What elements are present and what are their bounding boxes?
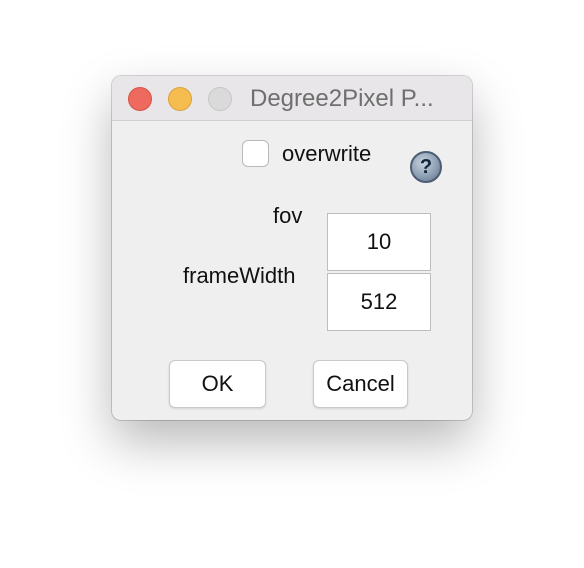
overwrite-label[interactable]: overwrite [282, 141, 371, 167]
close-window-button[interactable] [128, 87, 152, 111]
window-title: Degree2Pixel P... [250, 85, 434, 112]
fov-label: fov [273, 203, 303, 228]
dialog-content: overwrite ? fov frameWidth OK Cancel [112, 121, 472, 420]
cancel-button[interactable]: Cancel [313, 360, 408, 408]
dialog-window: Degree2Pixel P... overwrite ? fov frameW… [112, 76, 472, 420]
frame-width-input[interactable] [327, 273, 431, 331]
title-bar[interactable]: Degree2Pixel P... [112, 76, 472, 121]
overwrite-checkbox[interactable] [242, 140, 269, 167]
help-icon[interactable]: ? [410, 151, 442, 183]
minimize-window-button[interactable] [168, 87, 192, 111]
ok-button[interactable]: OK [169, 360, 266, 408]
zoom-window-button [208, 87, 232, 111]
frame-width-label: frameWidth [183, 263, 296, 288]
fov-input[interactable] [327, 213, 431, 271]
